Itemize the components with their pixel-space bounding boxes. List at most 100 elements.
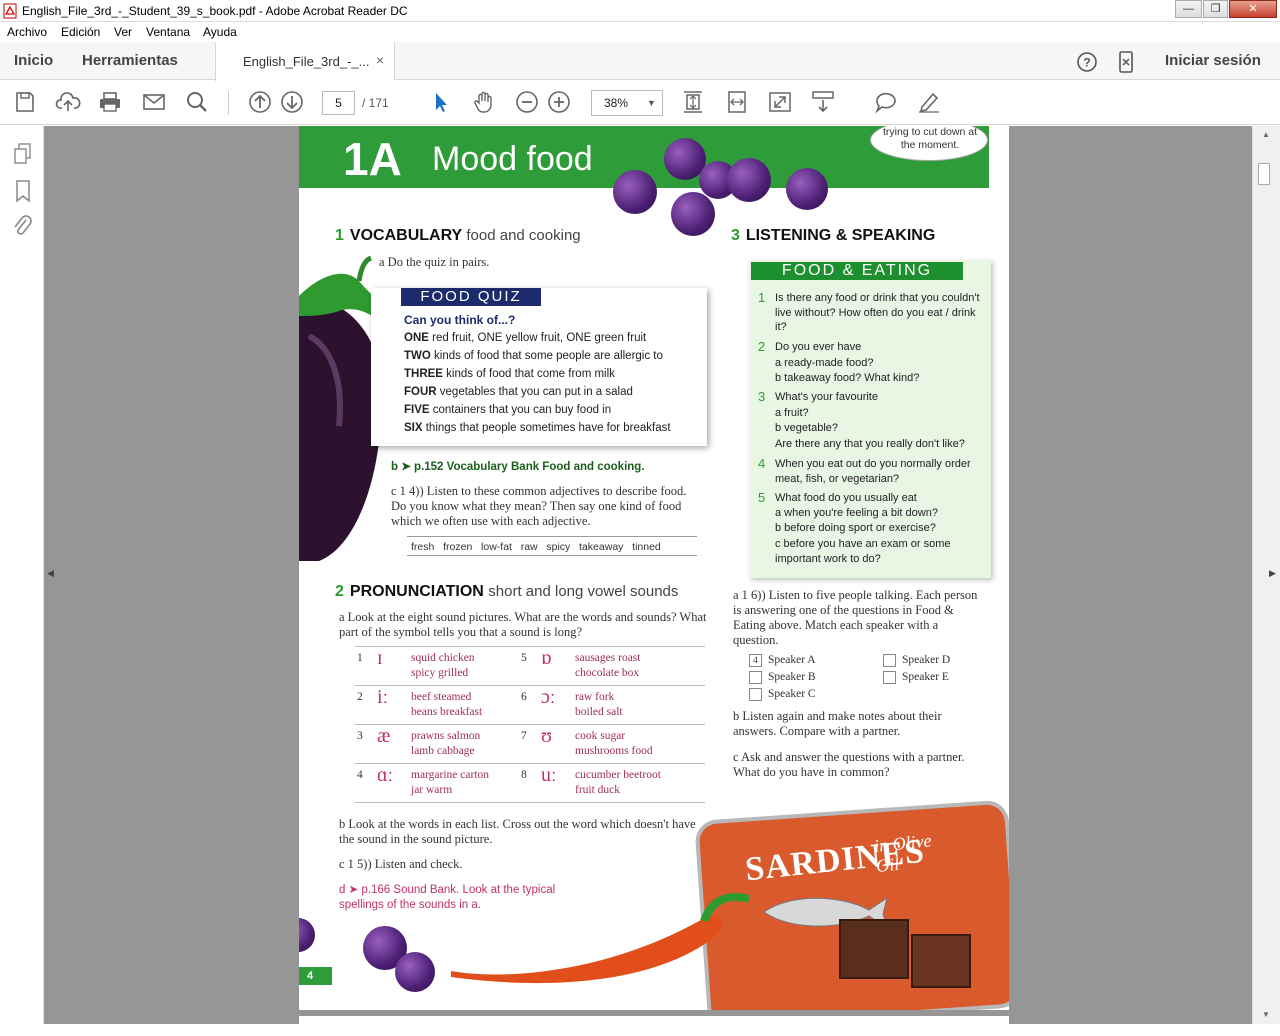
fit-page-icon[interactable] (680, 89, 706, 115)
question-option: b before doing sport or exercise? (775, 522, 936, 534)
menu-ventana[interactable]: Ventana (146, 25, 190, 39)
scrollbar-thumb[interactable] (1258, 163, 1270, 185)
question-text: What's your favourite (775, 391, 878, 403)
highlight-pen-icon[interactable] (916, 89, 942, 115)
lesson-title: Mood food (432, 140, 593, 178)
zoom-value: 38% (604, 96, 629, 110)
pron-instruction-a: a Look at the eight sound pictures. What… (339, 610, 707, 639)
fullscreen-icon[interactable] (767, 89, 793, 115)
food-quiz-title: FOOD QUIZ (401, 288, 541, 306)
upload-cloud-icon[interactable] (55, 89, 81, 115)
sound-number: 3 (355, 724, 375, 764)
sound-symbol: ɒ (539, 646, 573, 686)
vocab-bank-link[interactable]: b ➤ p.152 Vocabulary Bank Food and cooki… (391, 459, 645, 473)
question-text: Is there any food or drink that you coul… (775, 292, 980, 333)
question-option: a when you're feeling a bit down? (775, 507, 938, 519)
section-title: LISTENING & SPEAKING (745, 227, 936, 244)
zoom-out-icon[interactable] (514, 89, 540, 115)
question-option: b takeaway food? What kind? (775, 372, 920, 384)
comment-icon[interactable] (873, 89, 899, 115)
blueberry (299, 918, 315, 952)
attachment-icon[interactable] (10, 214, 34, 240)
menu-edicion[interactable]: Edición (61, 25, 100, 39)
table-row: 1 ɪ squid chicken spicy grilled 5 ɒ sausa… (355, 646, 705, 686)
answer-checkbox[interactable] (883, 653, 896, 667)
section-title: PRONUNCIATION (349, 583, 484, 600)
hand-tool-icon[interactable] (471, 89, 497, 115)
vertical-scrollbar[interactable]: ▲ ▶ ▼ (1252, 126, 1280, 1024)
page-total-label: / 171 (362, 96, 389, 110)
tab-inicio[interactable]: Inicio (14, 52, 53, 69)
speaker-d: Speaker D (883, 653, 950, 668)
section-vocabulary-heading: 1 VOCABULARY food and cooking (335, 227, 581, 245)
scroll-down-icon[interactable]: ▼ (1262, 1010, 1270, 1019)
fit-width-icon[interactable] (724, 89, 750, 115)
menu-ayuda[interactable]: Ayuda (203, 25, 237, 39)
sound-number: 7 (519, 724, 539, 764)
answer-checkbox[interactable] (883, 670, 896, 684)
sound-pictures-table: 1 ɪ squid chicken spicy grilled 5 ɒ sausa… (355, 646, 705, 803)
pron-instruction-b: b Look at the words in each list. Cross … (339, 817, 696, 846)
speech-bubble-text: trying to cut down at the moment. (883, 126, 977, 151)
zoom-select[interactable]: 38% ▼ (591, 90, 663, 116)
signin-link[interactable]: Iniciar sesión (1165, 52, 1261, 69)
sound-words: prawns salmon lamb cabbage (409, 724, 519, 764)
tin-sublabel: in Olive Oil (873, 830, 933, 877)
bookmark-icon[interactable] (12, 178, 34, 204)
toolbar-divider (228, 91, 229, 115)
speaker-b: Speaker B (749, 670, 816, 685)
answer-checkbox[interactable] (749, 687, 762, 701)
page-number: 4 (299, 967, 332, 985)
question-number: 3 (758, 389, 766, 404)
zoom-in-icon[interactable] (546, 89, 572, 115)
collapse-left-icon[interactable]: ◀ (47, 568, 54, 579)
section-subtitle: food and cooking (466, 227, 581, 244)
email-icon[interactable] (141, 89, 167, 115)
tab-document[interactable]: English_File_3rd_-_... × (215, 42, 395, 81)
sound-symbol: ʊ (539, 724, 573, 764)
sound-number: 1 (355, 646, 375, 686)
answer-checkbox[interactable] (749, 670, 762, 684)
menu-ver[interactable]: Ver (114, 25, 132, 39)
question-option: b vegetable? (775, 422, 838, 434)
save-icon[interactable] (12, 89, 38, 115)
tab-herramientas[interactable]: Herramientas (82, 52, 178, 69)
close-tab-icon[interactable]: × (376, 52, 384, 68)
page-up-icon[interactable] (247, 89, 273, 115)
page-down-icon[interactable] (279, 89, 305, 115)
blueberry (395, 952, 435, 992)
search-icon[interactable] (184, 89, 210, 115)
question-option: c before you have an exam or some import… (775, 538, 951, 565)
menu-archivo[interactable]: Archivo (7, 25, 47, 39)
quiz-line: FIVE containers that you can buy food in (404, 404, 612, 416)
vocab-instruction-c: c 1 4)) Listen to these common adjective… (391, 484, 687, 528)
title-bar: English_File_3rd_-_Student_39_s_book.pdf… (0, 0, 1280, 22)
chocolate-image (839, 919, 909, 979)
tab-bar: Inicio Herramientas ? Iniciar sesión (0, 42, 1280, 80)
page-number-input[interactable]: 5 (322, 91, 355, 115)
pdf-page: 1A Mood food trying to cut down at the m… (299, 126, 1009, 1010)
answer-checkbox[interactable]: 4 (749, 653, 762, 667)
page-thumbnails-icon[interactable] (12, 142, 34, 166)
help-icon[interactable]: ? (1076, 51, 1098, 73)
section-pronunciation-heading: 2 PRONUNCIATION short and long vowel soun… (335, 583, 678, 601)
print-icon[interactable] (97, 89, 123, 115)
question-option: a ready-made food? (775, 357, 874, 369)
close-window-button[interactable]: ✕ (1229, 0, 1277, 18)
sound-symbol: ɔː (539, 685, 573, 725)
maximize-button[interactable]: ❐ (1203, 0, 1228, 18)
blueberry (727, 158, 771, 202)
sound-number: 2 (355, 685, 375, 725)
sound-symbol: ɑː (375, 763, 409, 803)
scroll-mode-icon[interactable] (810, 89, 836, 115)
section-subtitle: short and long vowel sounds (488, 583, 679, 600)
collapse-right-icon[interactable]: ▶ (1269, 568, 1276, 579)
select-cursor-icon[interactable] (428, 89, 454, 115)
scroll-up-icon[interactable]: ▲ (1262, 130, 1270, 139)
minimize-button[interactable]: — (1175, 0, 1202, 18)
question-option: a fruit? (775, 407, 809, 419)
left-sidebar (0, 126, 44, 1024)
sound-number: 6 (519, 685, 539, 725)
menu-bar: Archivo Edición Ver Ventana Ayuda (0, 22, 1280, 42)
mobile-link-icon[interactable] (1116, 50, 1136, 74)
